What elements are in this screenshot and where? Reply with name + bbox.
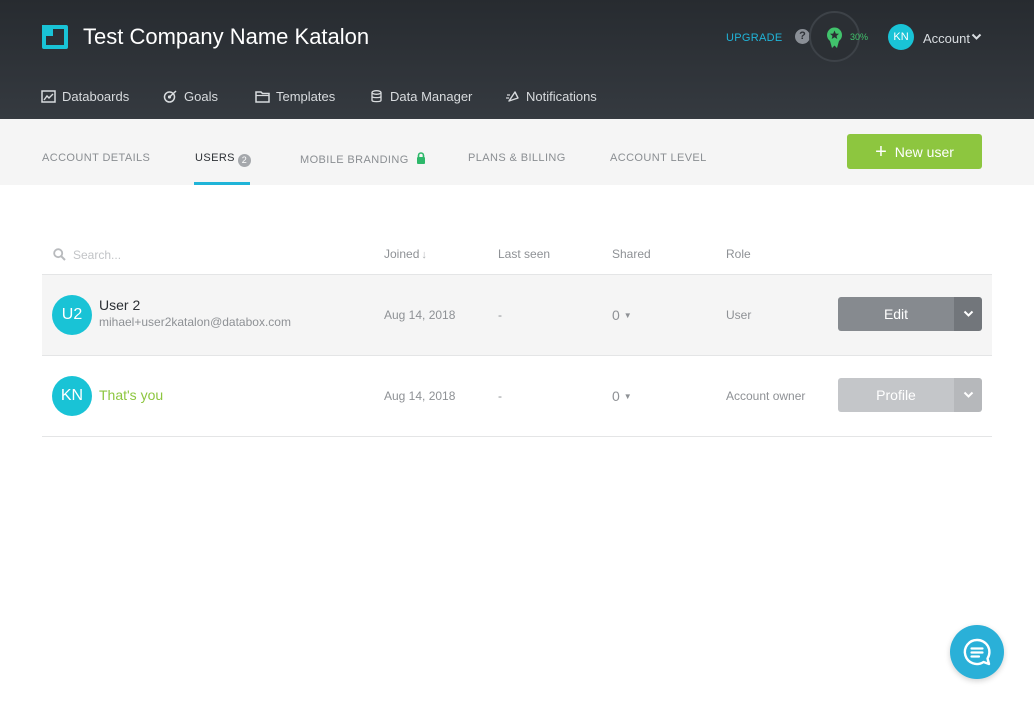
tab-plans-billing[interactable]: PLANS & BILLING: [468, 152, 566, 164]
column-header-joined[interactable]: Joined ↓: [384, 247, 427, 261]
profile-options-dropdown[interactable]: [954, 378, 982, 412]
user-name: User 2: [99, 297, 141, 313]
upgrade-link[interactable]: UPGRADE: [726, 32, 783, 44]
edit-user-button[interactable]: Edit: [838, 297, 954, 331]
chevron-down-icon: [963, 310, 973, 317]
nav-label: Templates: [276, 88, 336, 104]
progress-percentage: 30%: [850, 32, 869, 42]
lock-icon: [417, 152, 426, 164]
new-user-label: New user: [894, 143, 954, 160]
users-count-badge: 2: [237, 154, 251, 167]
nav-label: Databoards: [62, 88, 130, 104]
user-role: Account owner: [726, 389, 806, 403]
top-header: Test Company Name Katalon UPGRADE ? 30% …: [0, 0, 1034, 119]
nav-notifications[interactable]: Notifications: [505, 88, 597, 104]
divider: [42, 355, 992, 356]
nav-data-manager[interactable]: Data Manager: [369, 88, 472, 104]
nav-label: Data Manager: [390, 88, 473, 104]
joined-date: Aug 14, 2018: [384, 389, 456, 403]
notifications-icon: [506, 90, 519, 102]
chat-bubble-icon: [963, 638, 991, 666]
new-user-button[interactable]: + New user: [847, 134, 982, 169]
last-seen: -: [498, 308, 502, 322]
account-avatar[interactable]: KN: [888, 24, 914, 50]
nav-goals[interactable]: Goals: [163, 88, 218, 104]
tab-mobile-branding-label: MOBILE BRANDING: [300, 154, 409, 166]
user-avatar: KN: [52, 376, 92, 416]
active-tab-indicator: [194, 182, 250, 185]
column-header-last-seen[interactable]: Last seen: [498, 247, 550, 261]
search-input[interactable]: [73, 246, 353, 264]
chevron-down-icon[interactable]: [971, 33, 982, 41]
shared-dropdown[interactable]: 0 ▼: [612, 307, 632, 323]
tab-users[interactable]: USERS 2: [195, 152, 251, 167]
user-role: User: [726, 308, 752, 322]
last-seen: -: [498, 389, 502, 403]
goals-icon: [163, 89, 177, 103]
help-icon[interactable]: ?: [795, 29, 810, 44]
nav-label: Notifications: [526, 88, 597, 104]
joined-date: Aug 14, 2018: [384, 308, 456, 322]
tab-account-details[interactable]: ACCOUNT DETAILS: [42, 152, 150, 164]
company-name[interactable]: Test Company Name Katalon: [83, 24, 369, 50]
divider: [42, 436, 992, 437]
tab-users-label: USERS: [195, 152, 235, 164]
caret-down-icon: ▼: [623, 392, 632, 401]
tab-account-level[interactable]: ACCOUNT LEVEL: [610, 152, 707, 164]
account-menu[interactable]: Account: [923, 31, 970, 46]
user-avatar: U2: [52, 295, 92, 335]
column-header-role[interactable]: Role: [726, 247, 751, 261]
joined-header-label: Joined: [384, 247, 420, 261]
nav-templates[interactable]: Templates: [255, 88, 335, 104]
shared-count: 0: [612, 307, 620, 323]
nav-label: Goals: [184, 88, 218, 104]
databox-logo-icon[interactable]: [42, 25, 68, 49]
nav-databoards[interactable]: Databoards: [41, 88, 129, 104]
user-email: mihael+user2katalon@databox.com: [99, 315, 291, 329]
chevron-down-icon: [963, 391, 973, 398]
current-user-label: That's you: [99, 387, 164, 403]
medal-icon: [827, 27, 842, 48]
shared-count: 0: [612, 388, 620, 404]
tab-mobile-branding[interactable]: MOBILE BRANDING: [300, 152, 426, 166]
shared-dropdown[interactable]: 0 ▼: [612, 388, 632, 404]
plus-icon: +: [875, 140, 887, 163]
data-manager-icon: [371, 89, 382, 102]
column-header-shared[interactable]: Shared: [612, 247, 651, 261]
edit-options-dropdown[interactable]: [954, 297, 982, 331]
chat-launcher-button[interactable]: [950, 625, 1004, 679]
databoards-icon: [41, 89, 56, 103]
caret-down-icon: ▼: [623, 311, 632, 320]
templates-icon: [255, 90, 270, 103]
profile-button[interactable]: Profile: [838, 378, 954, 412]
sort-down-icon: ↓: [421, 249, 427, 261]
search-icon: [53, 248, 66, 261]
